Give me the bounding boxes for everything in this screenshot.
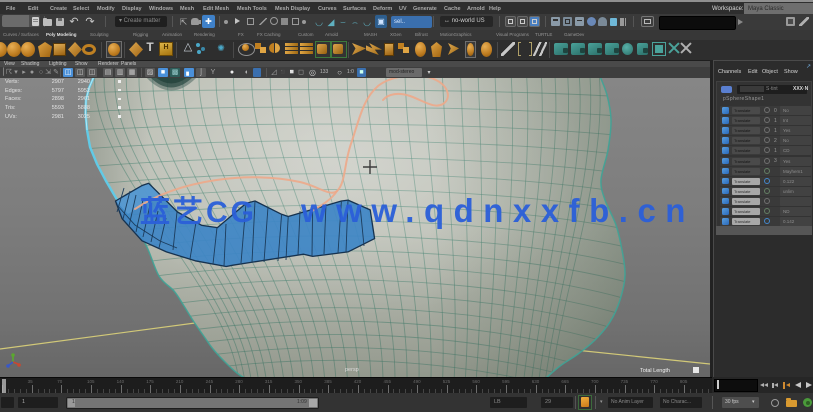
svg-text:persp: persp (345, 367, 359, 373)
svg-text:Total Length: Total Length (640, 368, 670, 374)
